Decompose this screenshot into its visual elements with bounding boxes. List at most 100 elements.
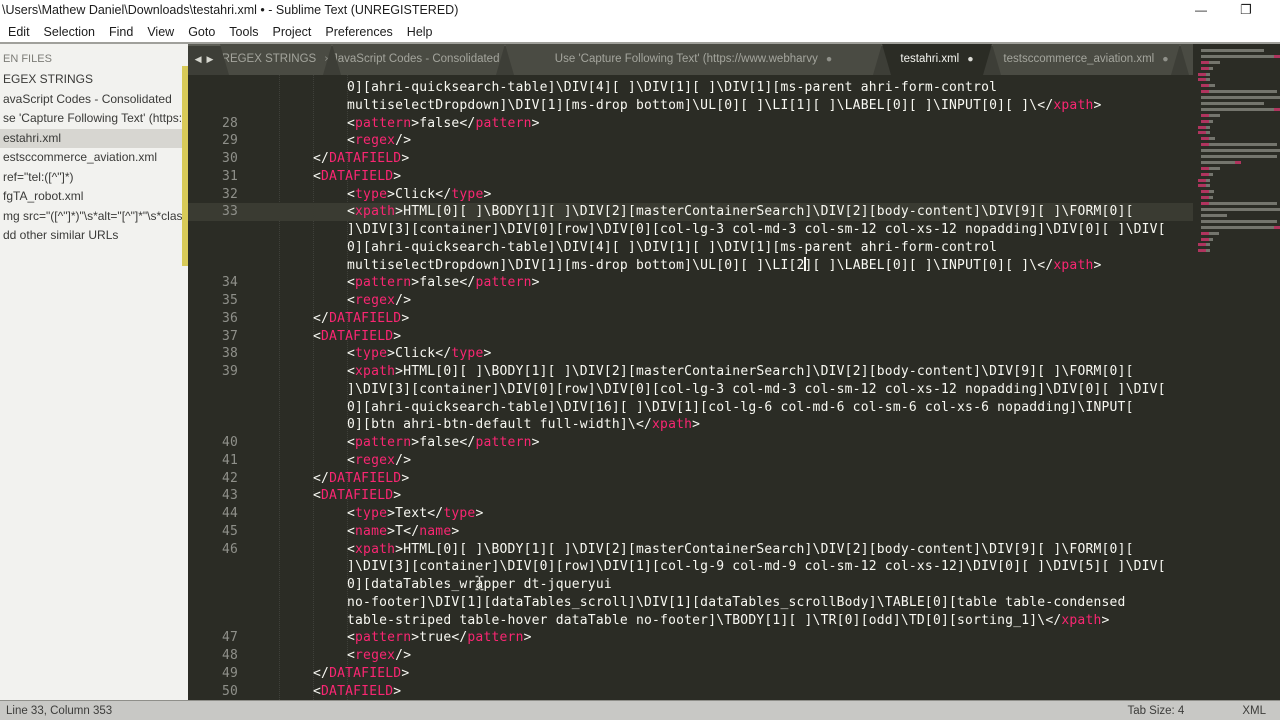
code-text[interactable]: multiselectDropdown]\DIV[1][ms-drop bott… (245, 97, 1102, 115)
code-line[interactable]: ]\DIV[3][container]\DIV[0][row]\DIV[0][c… (188, 381, 1280, 399)
tab-testahri-xml[interactable]: testahri.xml ● (882, 44, 992, 75)
tab-size-status[interactable]: Tab Size: 4 (1127, 705, 1184, 717)
open-file-item[interactable]: fgTA_robot.xml (0, 187, 188, 207)
code-line[interactable]: 40 <pattern>false</pattern> (188, 434, 1280, 452)
code-text[interactable]: <DATAFIELD> (245, 487, 401, 505)
code-text[interactable]: <DATAFIELD> (245, 168, 401, 186)
code-line[interactable]: 0][btn ahri-btn-default full-width]\</xp… (188, 416, 1280, 434)
code-text[interactable]: <pattern>false</pattern> (245, 115, 540, 133)
code-line[interactable]: 34 <pattern>false</pattern> (188, 274, 1280, 292)
code-line[interactable]: 48 <regex/> (188, 647, 1280, 665)
code-line[interactable]: 36 </DATAFIELD> (188, 310, 1280, 328)
code-text[interactable]: table-striped table-hover dataTable no-f… (245, 612, 1110, 630)
restore-button[interactable]: ❐ (1233, 1, 1259, 19)
code-line[interactable]: 30 </DATAFIELD> (188, 150, 1280, 168)
code-line[interactable]: 0][ahri-quicksearch-table]\DIV[16][ ]\DI… (188, 399, 1280, 417)
code-text[interactable]: 0][btn ahri-btn-default full-width]\</xp… (245, 416, 700, 434)
code-text[interactable]: 0][dataTables_wrapper dt-jqueryui (245, 576, 612, 594)
tab-regex-strings[interactable]: REGEX STRINGS × (220, 44, 332, 75)
code-line[interactable]: 31 <DATAFIELD> (188, 168, 1280, 186)
menu-item-selection[interactable]: Selection (37, 22, 102, 42)
code-text[interactable]: 0][ahri-quicksearch-table]\DIV[16][ ]\DI… (245, 399, 1134, 417)
code-text[interactable]: <xpath>HTML[0][ ]\BODY[1][ ]\DIV[2][mast… (245, 541, 1134, 559)
code-text[interactable]: 0][ahri-quicksearch-table]\DIV[4][ ]\DIV… (245, 239, 997, 257)
code-text[interactable]: <name>T</name> (245, 523, 459, 541)
menu-item-tools[interactable]: Tools (222, 22, 265, 42)
code-line[interactable]: multiselectDropdown]\DIV[1][ms-drop bott… (188, 97, 1280, 115)
code-line[interactable]: 0][dataTables_wrapper dt-jqueryui (188, 576, 1280, 594)
code-text[interactable]: <pattern>false</pattern> (245, 274, 540, 292)
code-line[interactable]: 0][ahri-quicksearch-table]\DIV[4][ ]\DIV… (188, 239, 1280, 257)
code-line[interactable]: 39 <xpath>HTML[0][ ]\BODY[1][ ]\DIV[2][ma… (188, 363, 1280, 381)
code-text[interactable]: </DATAFIELD> (245, 470, 409, 488)
menu-item-preferences[interactable]: Preferences (318, 22, 399, 42)
tab-scroll-left-icon[interactable]: ◀ (195, 54, 202, 65)
open-file-item[interactable]: EGEX STRINGS (0, 70, 188, 90)
code-text[interactable]: ]\DIV[3][container]\DIV[0][row]\DIV[1][c… (245, 558, 1166, 576)
code-text[interactable]: <type>Click</type> (245, 186, 492, 204)
code-line[interactable]: 43 <DATAFIELD> (188, 487, 1280, 505)
menu-item-edit[interactable]: Edit (1, 22, 37, 42)
code-line[interactable]: 28 <pattern>false</pattern> (188, 115, 1280, 133)
code-text[interactable]: </DATAFIELD> (245, 665, 409, 683)
code-text[interactable]: <regex/> (245, 292, 411, 310)
code-line[interactable]: 46 <xpath>HTML[0][ ]\BODY[1][ ]\DIV[2][ma… (188, 541, 1280, 559)
code-text[interactable]: </DATAFIELD> (245, 150, 409, 168)
tab-scroll-right-icon[interactable]: ▶ (207, 54, 214, 65)
code-line[interactable]: 41 <regex/> (188, 452, 1280, 470)
code-text[interactable]: <regex/> (245, 132, 411, 150)
code-text[interactable]: <pattern>true</pattern> (245, 629, 532, 647)
code-editor[interactable]: 0][ahri-quicksearch-table]\DIV[4][ ]\DIV… (188, 75, 1280, 700)
tab-testsccommerce-aviation-xml[interactable]: testsccommerce_aviation.xml ● (992, 44, 1180, 75)
code-line[interactable]: ]\DIV[3][container]\DIV[0][row]\DIV[1][c… (188, 558, 1280, 576)
code-line[interactable]: 50 <DATAFIELD> (188, 683, 1280, 701)
code-text[interactable]: <DATAFIELD> (245, 328, 401, 346)
open-file-item[interactable]: se 'Capture Following Text' (https:// (0, 109, 188, 129)
code-text[interactable]: <DATAFIELD> (245, 683, 401, 701)
code-line[interactable]: 33 <xpath>HTML[0][ ]\BODY[1][ ]\DIV[2][ma… (188, 203, 1280, 221)
code-text[interactable]: <regex/> (245, 452, 411, 470)
tab-javascript-codes-consolidated[interactable]: JavaScript Codes - Consolidated× (332, 44, 505, 75)
menu-item-help[interactable]: Help (400, 22, 440, 42)
open-file-item[interactable]: ref="tel:([^"]*) (0, 168, 188, 188)
open-file-item[interactable]: avaScript Codes - Consolidated (0, 90, 188, 110)
code-line[interactable]: ]\DIV[3][container]\DIV[0][row]\DIV[0][c… (188, 221, 1280, 239)
menu-item-project[interactable]: Project (265, 22, 318, 42)
code-text[interactable]: <regex/> (245, 647, 411, 665)
menu-item-view[interactable]: View (140, 22, 181, 42)
open-file-item[interactable]: estsccommerce_aviation.xml (0, 148, 188, 168)
close-icon[interactable]: × (324, 53, 330, 65)
code-line[interactable]: 32 <type>Click</type> (188, 186, 1280, 204)
open-file-item[interactable]: dd other similar URLs (0, 226, 188, 246)
open-file-item[interactable]: mg src="([^"]*)"\s*alt="[^"]*"\s*class (0, 207, 188, 227)
code-text[interactable]: <xpath>HTML[0][ ]\BODY[1][ ]\DIV[2][mast… (245, 203, 1134, 221)
code-line[interactable]: no-footer]\DIV[1][dataTables_scroll]\DIV… (188, 594, 1280, 612)
tab-use-capture-following-text-https-www-webharvy[interactable]: Use 'Capture Following Text' (https://ww… (505, 44, 882, 75)
code-line[interactable]: table-striped table-hover dataTable no-f… (188, 612, 1280, 630)
menu-item-find[interactable]: Find (102, 22, 140, 42)
code-text[interactable]: <xpath>HTML[0][ ]\BODY[1][ ]\DIV[2][mast… (245, 363, 1134, 381)
syntax-status[interactable]: XML (1242, 705, 1266, 717)
code-text[interactable]: <type>Text</type> (245, 505, 483, 523)
code-line[interactable]: 0][ahri-quicksearch-table]\DIV[4][ ]\DIV… (188, 79, 1280, 97)
code-text[interactable]: 0][ahri-quicksearch-table]\DIV[4][ ]\DIV… (245, 79, 997, 97)
code-text[interactable]: <pattern>false</pattern> (245, 434, 540, 452)
code-line[interactable]: 37 <DATAFIELD> (188, 328, 1280, 346)
code-line[interactable]: 49 </DATAFIELD> (188, 665, 1280, 683)
code-line[interactable]: 44 <type>Text</type> (188, 505, 1280, 523)
code-text[interactable]: </DATAFIELD> (245, 310, 409, 328)
code-text[interactable]: no-footer]\DIV[1][dataTables_scroll]\DIV… (245, 594, 1126, 612)
code-text[interactable]: ]\DIV[3][container]\DIV[0][row]\DIV[0][c… (245, 381, 1166, 399)
code-line[interactable]: 29 <regex/> (188, 132, 1280, 150)
code-line[interactable]: 42 </DATAFIELD> (188, 470, 1280, 488)
minimap[interactable] (1193, 44, 1280, 700)
code-line[interactable]: 35 <regex/> (188, 292, 1280, 310)
code-text[interactable]: multiselectDropdown]\DIV[1][ms-drop bott… (245, 256, 1102, 275)
open-file-item[interactable]: estahri.xml (0, 128, 188, 148)
minimize-button[interactable]: — (1188, 1, 1214, 19)
code-line[interactable]: multiselectDropdown]\DIV[1][ms-drop bott… (188, 256, 1280, 275)
code-line[interactable]: 45 <name>T</name> (188, 523, 1280, 541)
code-line[interactable]: 47 <pattern>true</pattern> (188, 629, 1280, 647)
code-text[interactable]: ]\DIV[3][container]\DIV[0][row]\DIV[0][c… (245, 221, 1166, 239)
menu-item-goto[interactable]: Goto (181, 22, 222, 42)
